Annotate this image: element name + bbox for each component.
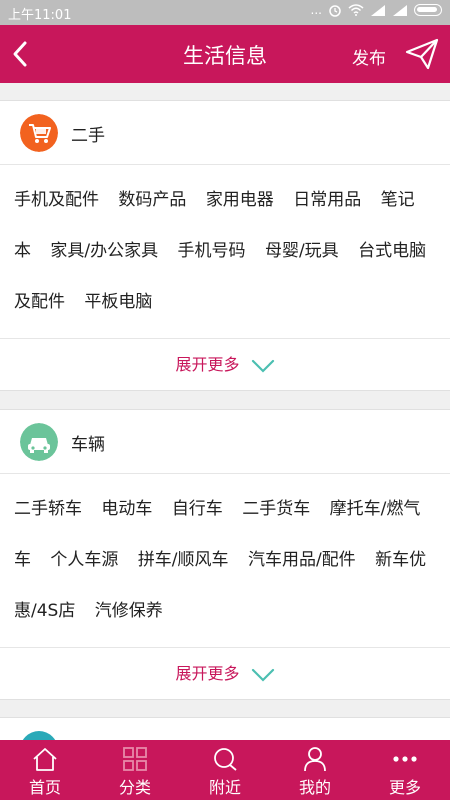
category-tag[interactable]: 电动车 [101, 499, 152, 519]
more-dots-icon [393, 756, 417, 762]
category-tag[interactable]: 家用电器 [206, 190, 274, 210]
category-header: 车辆 [0, 410, 450, 474]
category-tag[interactable]: 拼车/顺风车 [138, 550, 229, 570]
chevron-down-icon [251, 359, 274, 373]
tab-mine[interactable]: 我的 [270, 740, 360, 800]
category-tag[interactable]: 二手轿车 [14, 499, 82, 519]
status-time: 上午11:01 [8, 8, 72, 23]
category-tag[interactable]: 汽修保养 [95, 601, 163, 621]
tab-label: 附近 [208, 778, 241, 797]
signal-icon [393, 5, 407, 16]
paper-plane-icon[interactable] [404, 37, 440, 71]
category-tag[interactable]: 手机及配件 [14, 190, 99, 210]
category-icon [22, 731, 56, 740]
category-tag[interactable]: 自行车 [172, 499, 223, 519]
nav-bar: 生活信息 发布 [0, 25, 450, 83]
more-icon: ... [310, 3, 322, 17]
shopping-cart-icon [20, 114, 58, 152]
status-icons: ... [311, 3, 442, 17]
category-title: 二手 [71, 126, 105, 146]
grid-icon [123, 747, 147, 771]
status-bar: 上午11:01 ... [0, 0, 450, 25]
category-tag[interactable]: 日常用品 [293, 190, 361, 210]
category-tag[interactable]: 个人车源 [50, 550, 118, 570]
car-icon [20, 423, 58, 461]
category-list: 二手 手机及配件 数码产品 家用电器 日常用品 笔记本 家具/办公家具 手机号码… [0, 83, 450, 740]
tab-category[interactable]: 分类 [90, 740, 180, 800]
tab-label: 我的 [298, 778, 331, 797]
category-card-secondhand: 二手 手机及配件 数码产品 家用电器 日常用品 笔记本 家具/办公家具 手机号码… [0, 100, 450, 391]
category-tag[interactable]: 数码产品 [118, 190, 186, 210]
category-tag[interactable]: 母婴/玩具 [265, 241, 339, 261]
expand-more-label: 展开更多 [175, 664, 240, 683]
search-icon [214, 748, 237, 771]
alarm-icon [329, 5, 341, 17]
user-icon [304, 747, 326, 772]
category-header: 二手 [0, 101, 450, 165]
publish-button[interactable]: 发布 [352, 44, 386, 69]
category-tag[interactable]: 平板电脑 [84, 292, 152, 312]
category-card-vehicles: 车辆 二手轿车 电动车 自行车 二手货车 摩托车/燃气车 个人车源 拼车/顺风车… [0, 409, 450, 700]
tab-label: 分类 [118, 778, 151, 797]
expand-more-label: 展开更多 [175, 355, 240, 374]
tab-home[interactable]: 首页 [0, 740, 90, 800]
home-icon [33, 748, 57, 771]
expand-more-button[interactable]: 展开更多 [0, 338, 450, 390]
category-tags: 手机及配件 数码产品 家用电器 日常用品 笔记本 家具/办公家具 手机号码 母婴… [0, 165, 450, 338]
category-tag[interactable]: 汽车用品/配件 [248, 550, 356, 570]
category-tag[interactable]: 家具/办公家具 [50, 241, 158, 261]
bottom-tab-bar: 首页 分类 附近 我的 更多 [0, 740, 450, 800]
tab-label: 首页 [28, 778, 61, 797]
category-title: 车辆 [71, 435, 105, 455]
category-tag[interactable]: 二手货车 [242, 499, 310, 519]
tab-more[interactable]: 更多 [360, 740, 450, 800]
signal-icon [371, 5, 385, 16]
chevron-down-icon [251, 668, 274, 682]
wifi-icon [348, 4, 364, 16]
category-tag[interactable]: 手机号码 [178, 241, 246, 261]
category-tags: 二手轿车 电动车 自行车 二手货车 摩托车/燃气车 个人车源 拼车/顺风车 汽车… [0, 474, 450, 647]
category-card-partial [0, 717, 450, 740]
expand-more-button[interactable]: 展开更多 [0, 647, 450, 699]
tab-nearby[interactable]: 附近 [180, 740, 270, 800]
battery-icon [414, 4, 442, 16]
tab-label: 更多 [388, 778, 421, 797]
